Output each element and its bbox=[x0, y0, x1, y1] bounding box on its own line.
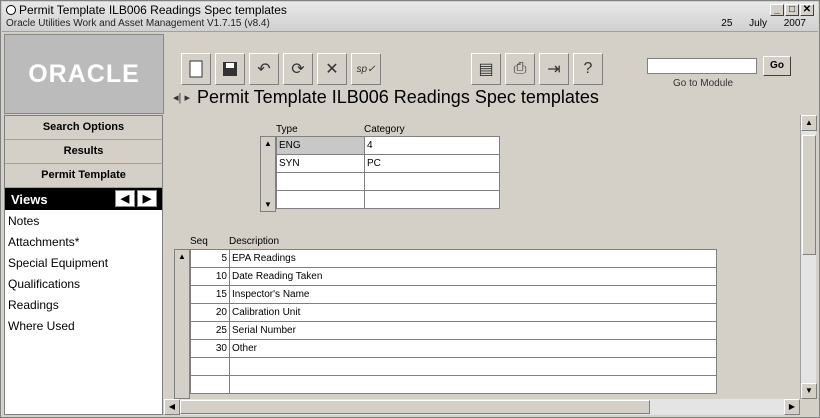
views-next-icon[interactable]: ▶ bbox=[137, 190, 157, 207]
scroll-right-icon[interactable]: ▶ bbox=[784, 399, 800, 415]
scroll-up-icon[interactable]: ▲ bbox=[175, 252, 189, 261]
scroll-up-icon[interactable]: ▲ bbox=[801, 115, 817, 131]
vertical-scrollbar[interactable]: ▲ ▼ bbox=[800, 115, 817, 399]
new-icon[interactable] bbox=[181, 53, 211, 85]
description-cell[interactable] bbox=[229, 375, 717, 394]
page-title: Permit Template ILB006 Readings Spec tem… bbox=[197, 87, 599, 107]
oracle-logo: ORACLE bbox=[4, 34, 164, 114]
category-cell[interactable]: PC bbox=[364, 154, 500, 173]
search-options-button[interactable]: Search Options bbox=[5, 116, 162, 140]
window-menu-icon[interactable] bbox=[6, 5, 16, 15]
app-version: Oracle Utilities Work and Asset Manageme… bbox=[6, 18, 270, 29]
next-record-icon[interactable]: ▸ bbox=[184, 92, 190, 104]
save-icon[interactable] bbox=[215, 53, 245, 85]
scroll-left-icon[interactable]: ◀ bbox=[164, 399, 180, 415]
seq-cell[interactable] bbox=[190, 375, 230, 394]
horizontal-scrollbar[interactable]: ◀ ▶ bbox=[164, 399, 800, 415]
undo-icon[interactable]: ↶ bbox=[249, 53, 279, 85]
scroll-down-icon[interactable]: ▼ bbox=[261, 200, 275, 209]
goto-module-input[interactable] bbox=[647, 58, 757, 74]
report-icon[interactable]: ▤ bbox=[471, 53, 501, 85]
main-content: Type Category ▲ ▼ ENG 4 SYN PC Seq Descr… bbox=[164, 115, 816, 415]
description-cell[interactable]: EPA Readings bbox=[229, 249, 717, 268]
type-cell[interactable] bbox=[276, 190, 365, 209]
desc-grid-row-selector[interactable]: ▲ bbox=[174, 249, 190, 399]
vertical-scroll-thumb[interactable] bbox=[802, 135, 816, 255]
view-readings[interactable]: Readings bbox=[5, 294, 162, 315]
record-nav: ◂| ▸ bbox=[173, 91, 190, 104]
view-where-used[interactable]: Where Used bbox=[5, 315, 162, 336]
close-button[interactable]: ✕ bbox=[800, 4, 814, 16]
app-window: Permit Template ILB006 Readings Spec tem… bbox=[0, 0, 820, 418]
category-cell[interactable] bbox=[364, 172, 500, 191]
description-cell[interactable]: Serial Number bbox=[229, 321, 717, 340]
type-cell[interactable]: SYN bbox=[276, 154, 365, 173]
type-header: Type bbox=[276, 124, 298, 135]
type-cell[interactable] bbox=[276, 172, 365, 191]
sidebar: Search Options Results Permit Template V… bbox=[4, 115, 163, 415]
type-cell[interactable]: ENG bbox=[276, 136, 365, 155]
results-button[interactable]: Results bbox=[5, 140, 162, 164]
title-bar: Permit Template ILB006 Readings Spec tem… bbox=[2, 2, 818, 32]
view-special-equipment[interactable]: Special Equipment bbox=[5, 252, 162, 273]
maximize-button[interactable]: □ bbox=[785, 4, 799, 16]
description-cell[interactable]: Inspector's Name bbox=[229, 285, 717, 304]
seq-cell[interactable]: 5 bbox=[190, 249, 230, 268]
print-icon[interactable]: ⎙ bbox=[505, 53, 535, 85]
window-title: Permit Template ILB006 Readings Spec tem… bbox=[19, 3, 287, 17]
goto-module-label: Go to Module bbox=[673, 78, 734, 89]
description-cell[interactable]: Other bbox=[229, 339, 717, 358]
category-cell[interactable]: 4 bbox=[364, 136, 500, 155]
seq-header: Seq bbox=[190, 236, 208, 247]
current-date: 25 July 2007 bbox=[721, 18, 806, 29]
category-cell[interactable] bbox=[364, 190, 500, 209]
views-prev-icon[interactable]: ◀ bbox=[115, 190, 135, 207]
description-cell[interactable]: Calibration Unit bbox=[229, 303, 717, 322]
scroll-up-icon[interactable]: ▲ bbox=[261, 139, 275, 148]
description-cell[interactable] bbox=[229, 357, 717, 376]
view-notes[interactable]: Notes bbox=[5, 210, 162, 231]
scroll-down-icon[interactable]: ▼ bbox=[801, 383, 817, 399]
permit-template-button[interactable]: Permit Template bbox=[5, 164, 162, 188]
delete-icon[interactable]: ✕ bbox=[317, 53, 347, 85]
category-header: Category bbox=[364, 124, 405, 135]
previous-record-icon[interactable]: ◂| bbox=[173, 92, 181, 104]
refresh-icon[interactable]: ⟳ bbox=[283, 53, 313, 85]
seq-cell[interactable]: 20 bbox=[190, 303, 230, 322]
go-button[interactable]: Go bbox=[763, 56, 791, 76]
export-icon[interactable]: ⇥ bbox=[539, 53, 569, 85]
seq-cell[interactable]: 25 bbox=[190, 321, 230, 340]
horizontal-scroll-thumb[interactable] bbox=[180, 400, 650, 414]
minimize-button[interactable]: _ bbox=[770, 4, 784, 16]
type-grid-row-selector[interactable]: ▲ ▼ bbox=[260, 136, 276, 212]
seq-cell[interactable]: 30 bbox=[190, 339, 230, 358]
seq-cell[interactable] bbox=[190, 357, 230, 376]
seq-cell[interactable]: 10 bbox=[190, 267, 230, 286]
view-qualifications[interactable]: Qualifications bbox=[5, 273, 162, 294]
view-attachments[interactable]: Attachments* bbox=[5, 231, 162, 252]
spell-check-icon[interactable]: sp✓ bbox=[351, 53, 381, 85]
views-header: Views ◀ ▶ bbox=[5, 188, 162, 210]
description-header: Description bbox=[229, 236, 280, 247]
description-cell[interactable]: Date Reading Taken bbox=[229, 267, 717, 286]
seq-cell[interactable]: 15 bbox=[190, 285, 230, 304]
help-icon[interactable]: ? bbox=[573, 53, 603, 85]
